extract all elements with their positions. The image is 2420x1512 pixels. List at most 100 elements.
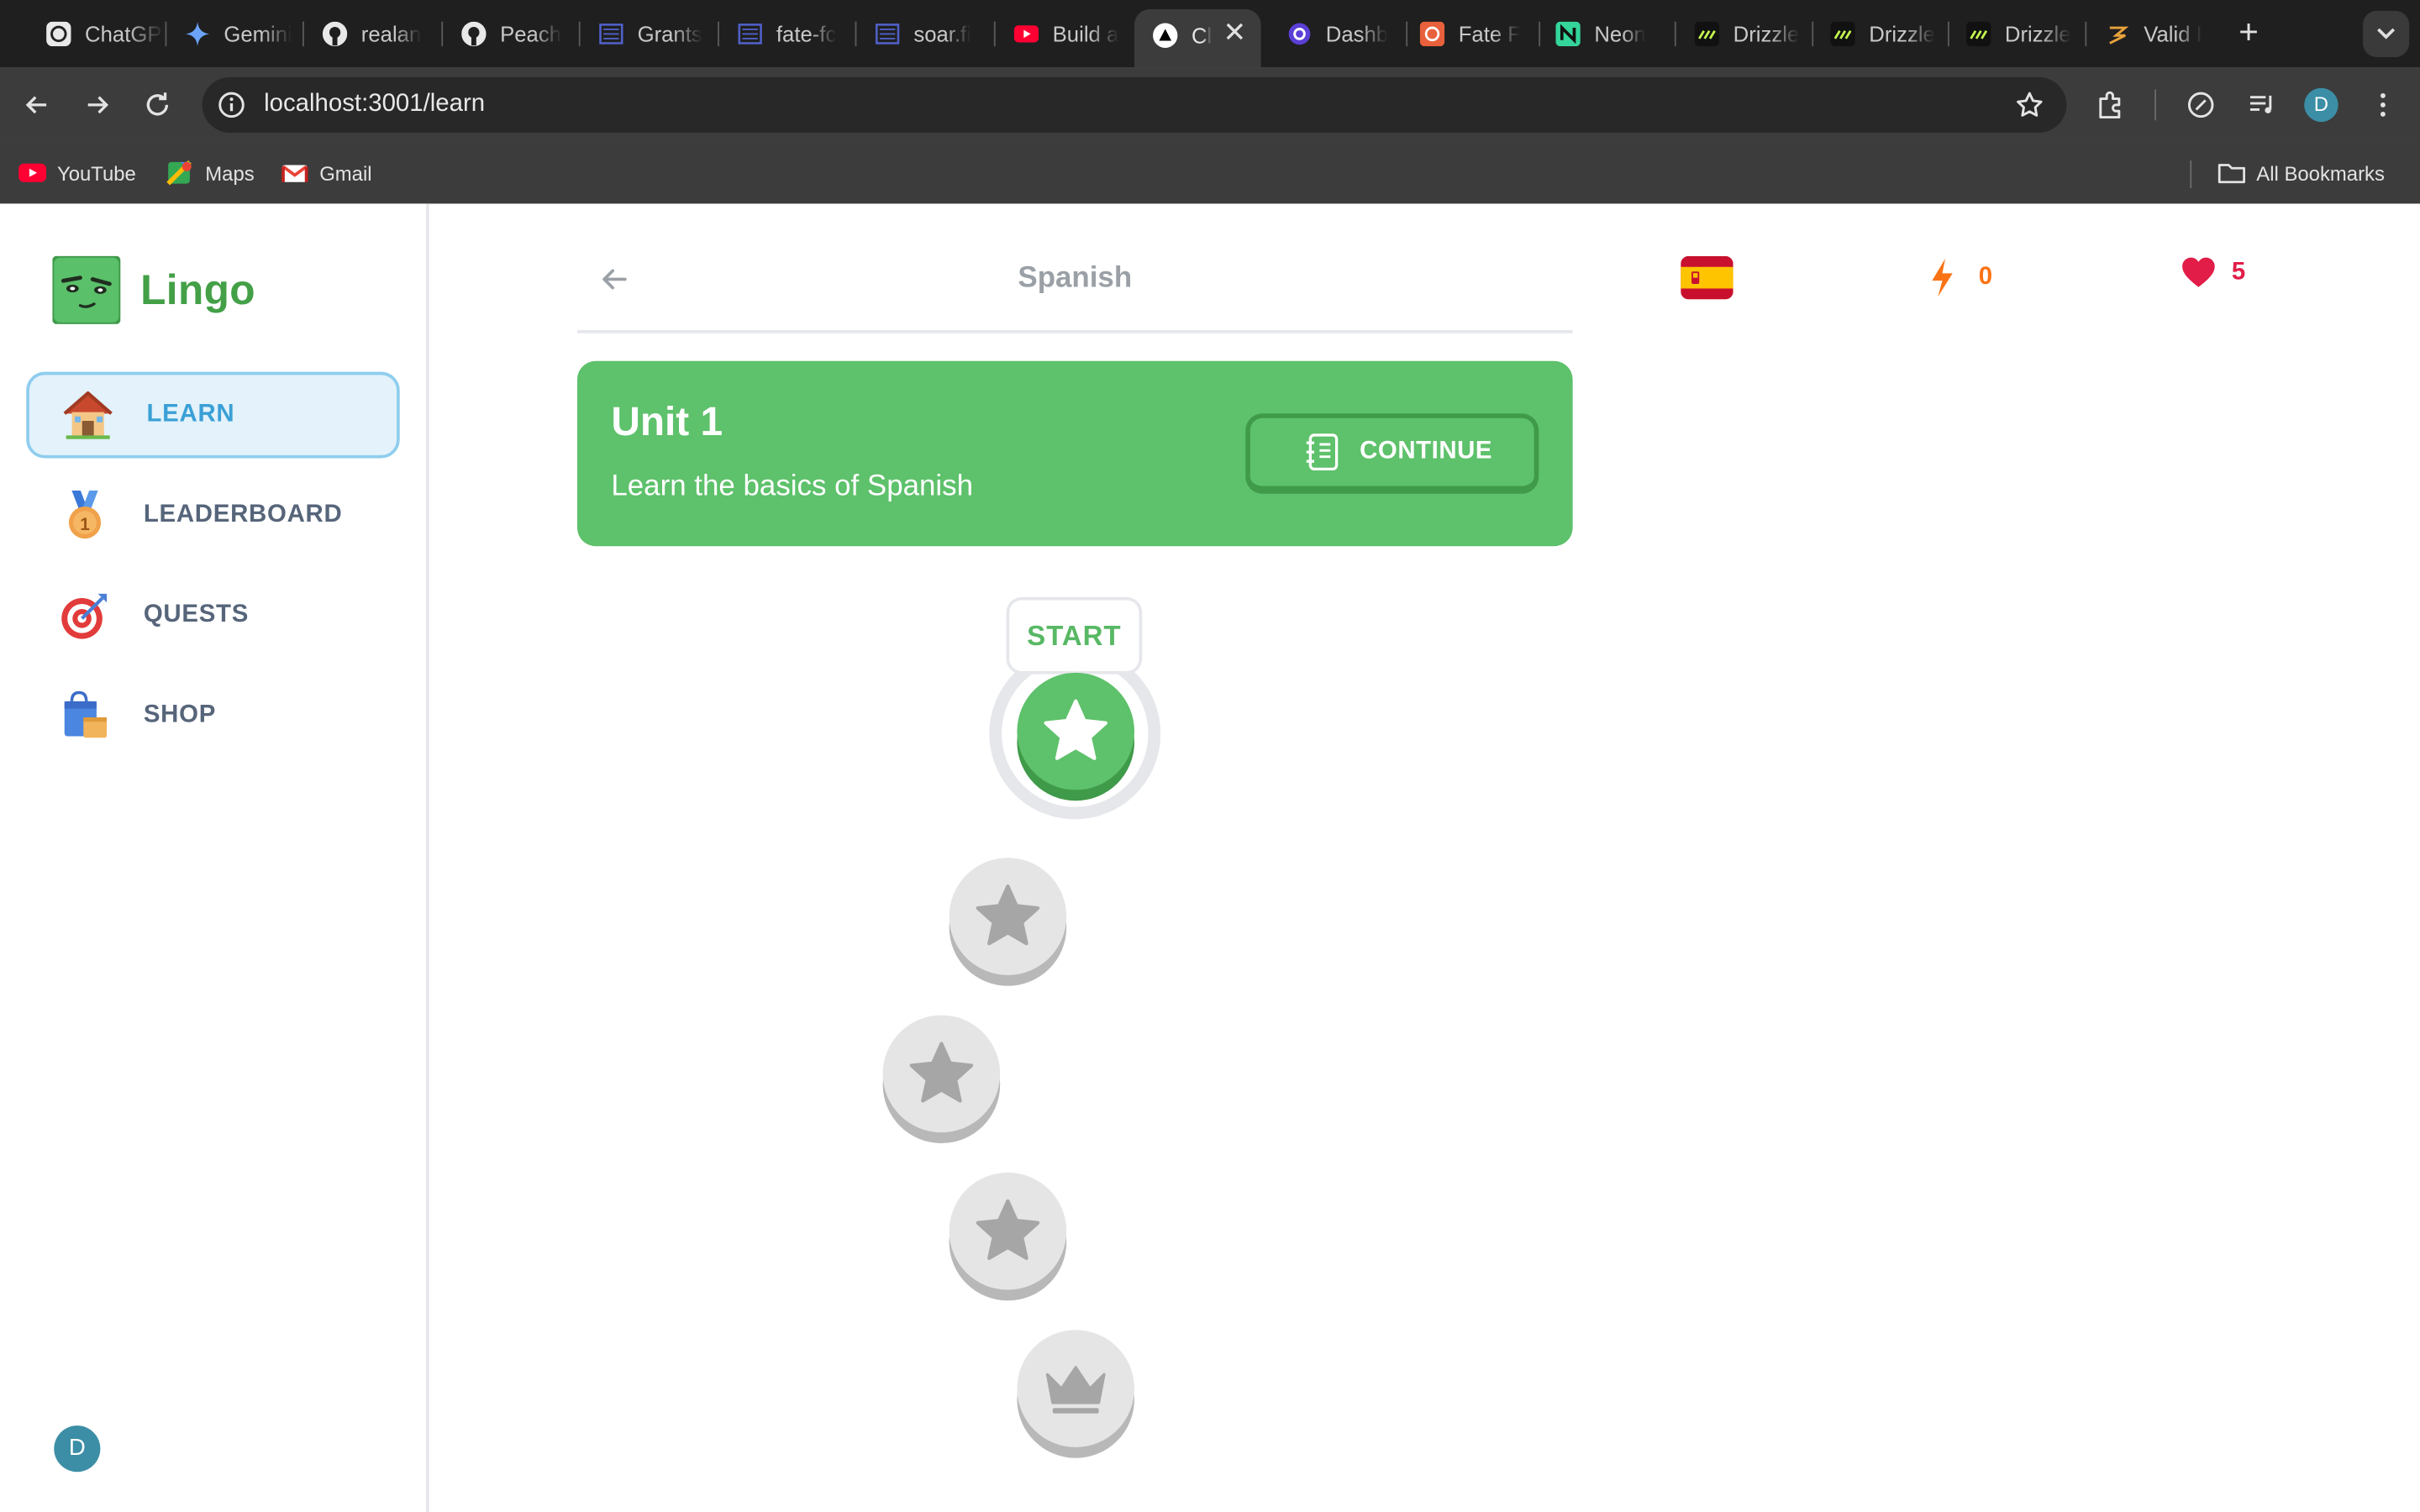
reload-icon — [146, 92, 169, 116]
browser-tab[interactable]: soar.fi — [856, 13, 992, 55]
browser-tab[interactable]: Fate F — [1402, 13, 1538, 55]
reload-button[interactable] — [139, 87, 176, 123]
sidebar: Lingo LEARN 1 LEADERBOARD QUESTS SHOP D — [0, 203, 429, 1512]
lesson-button-4[interactable] — [949, 1172, 1067, 1290]
browser-tab[interactable]: Dashb — [1269, 13, 1405, 55]
browser-tab[interactable]: ChatGPT — [28, 13, 164, 55]
browser-tab[interactable]: Drizzle — [1948, 13, 2084, 55]
gemini-icon — [185, 21, 210, 47]
valid-icon — [2105, 22, 2129, 46]
address-bar[interactable]: localhost:3001/learn — [202, 76, 2067, 133]
lesson-button-3[interactable] — [882, 1015, 1001, 1133]
lesson-button-2[interactable] — [949, 858, 1067, 975]
chevron-down-icon — [2377, 28, 2396, 39]
github-icon — [322, 21, 348, 47]
sidebar-item-quests[interactable]: QUESTS — [26, 572, 399, 659]
chatgpt-icon — [46, 21, 71, 47]
info-icon[interactable] — [216, 90, 247, 121]
heart-icon — [2182, 257, 2215, 287]
drizzle-icon — [1694, 21, 1720, 47]
browser-tab[interactable]: Drizzle — [1812, 13, 1948, 55]
performance-button[interactable] — [2182, 87, 2219, 123]
lesson-button-1[interactable] — [1017, 672, 1134, 790]
user-avatar[interactable]: D — [54, 1425, 101, 1473]
folder-icon — [2217, 164, 2245, 184]
browser-tab[interactable]: Valid I — [2086, 13, 2219, 55]
star-icon — [976, 1199, 1040, 1260]
lesson-button-5[interactable] — [1017, 1330, 1134, 1447]
unit-title: Unit 1 — [611, 397, 723, 444]
gmail-icon — [281, 165, 308, 182]
browser-menu-button[interactable] — [2365, 87, 2402, 123]
grid-app-icon — [738, 22, 762, 46]
target-icon — [57, 588, 113, 643]
start-tooltip: START — [1006, 596, 1143, 675]
github-icon — [461, 21, 487, 47]
drizzle-icon — [1966, 21, 1991, 47]
forward-button[interactable] — [79, 87, 116, 123]
back-button[interactable] — [18, 87, 55, 123]
house-icon — [60, 387, 116, 443]
app-name: Lingo — [140, 265, 255, 312]
bookmark-youtube[interactable]: YouTube — [18, 157, 136, 188]
shopping-bag-icon — [57, 688, 113, 743]
bookmark-gmail[interactable]: Gmail — [281, 157, 372, 188]
browser-tab[interactable]: Build a — [996, 13, 1132, 55]
star-icon — [909, 1042, 974, 1103]
browser-tab[interactable]: Peach — [443, 13, 579, 55]
hearts-count: 5 — [2231, 258, 2246, 285]
browser-tab[interactable]: Neon — [1537, 13, 1673, 55]
bookmark-star-icon[interactable] — [2014, 90, 2045, 121]
browser-tab[interactable]: Gemini — [166, 13, 302, 55]
extensions-button[interactable] — [2093, 87, 2130, 123]
screen: ChatGPT Gemini realan Peach Grants fate-… — [0, 0, 2420, 1512]
browser-tab[interactable]: Grants — [581, 13, 717, 55]
points-stat[interactable]: 0 — [1928, 256, 1992, 299]
browser-tab[interactable]: fate-fc — [719, 13, 855, 55]
unit-description: Learn the basics of Spanish — [611, 470, 974, 503]
arrow-right-icon — [87, 96, 109, 114]
star-icon — [1044, 699, 1108, 760]
medal-icon: 1 — [57, 487, 113, 543]
kebab-menu-icon — [2380, 92, 2386, 117]
profile-avatar[interactable]: D — [2304, 87, 2338, 123]
arrow-left-icon — [25, 96, 47, 114]
sidebar-item-shop[interactable]: SHOP — [26, 673, 399, 759]
browser-tab[interactable]: Drizzle — [1676, 13, 1812, 55]
spain-flag-icon — [1681, 255, 1733, 300]
tab-search-button[interactable] — [2363, 10, 2410, 57]
star-icon — [976, 885, 1040, 946]
browser-tab-strip: ChatGPT Gemini realan Peach Grants fate-… — [0, 0, 2420, 68]
youtube-icon — [1013, 22, 1039, 46]
points-count: 0 — [1978, 264, 1993, 291]
sidebar-item-label: SHOP — [143, 701, 217, 728]
clerk-icon — [1287, 22, 1312, 46]
unit-banner: Unit 1 Learn the basics of Spanish CONTI… — [576, 360, 1573, 547]
sidebar-item-label: QUESTS — [143, 601, 250, 628]
close-tab-icon[interactable]: ✕ — [1223, 18, 1247, 46]
app-logo[interactable]: Lingo — [52, 255, 255, 324]
queue-music-icon — [2249, 95, 2272, 113]
all-bookmarks-button[interactable]: All Bookmarks — [2217, 157, 2385, 188]
lightning-icon — [1932, 258, 1953, 297]
youtube-icon — [18, 163, 47, 182]
leaf-speed-icon — [2187, 92, 2214, 118]
crown-icon — [1045, 1366, 1106, 1414]
bookmark-maps[interactable]: Maps — [166, 157, 255, 188]
sidebar-item-leaderboard[interactable]: 1 LEADERBOARD — [26, 472, 399, 559]
url-text[interactable]: localhost:3001/learn — [264, 91, 485, 118]
grid-app-icon — [599, 22, 623, 46]
grid-app-icon — [875, 22, 900, 46]
sidebar-item-label: LEADERBOARD — [143, 501, 343, 528]
course-title: Spanish — [1018, 262, 1133, 295]
new-tab-icon[interactable]: + — [2232, 14, 2265, 49]
svg-text:1: 1 — [80, 515, 90, 534]
sidebar-item-learn[interactable]: LEARN — [26, 371, 400, 459]
course-flag-button[interactable] — [1681, 255, 1733, 300]
continue-button[interactable]: CONTINUE — [1245, 413, 1539, 494]
continue-label: CONTINUE — [1360, 438, 1493, 465]
browser-tab[interactable]: realan — [304, 13, 440, 55]
hearts-stat[interactable]: 5 — [2181, 256, 2245, 289]
media-control-button[interactable] — [2244, 87, 2281, 123]
sidebar-item-label: LEARN — [146, 401, 235, 428]
